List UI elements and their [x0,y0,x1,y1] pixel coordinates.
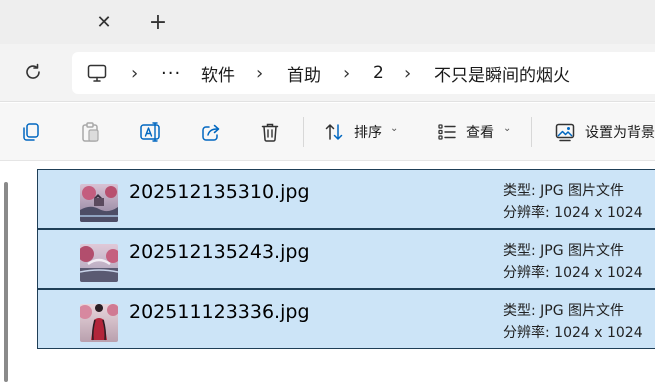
file-resolution: 分辨率: 1024 x 1024 [503,205,643,221]
set-background-icon[interactable] [553,120,577,144]
set-background-button[interactable]: 设置为背景 [585,122,655,142]
file-resolution: 分辨率: 1024 x 1024 [503,325,643,341]
chevron-down-icon[interactable]: ⌄ [390,123,398,134]
file-thumbnail [80,304,118,342]
file-name: 202512135310.jpg [129,181,310,203]
paste-icon[interactable] [78,120,102,144]
sort-button[interactable]: 排序 [354,122,382,142]
file-resolution: 分辨率: 1024 x 1024 [503,265,643,281]
chevron-right-icon: › [343,62,351,84]
chevron-right-icon: › [404,62,412,84]
file-name: 202511123336.jpg [129,301,310,323]
scrollbar[interactable] [4,182,8,382]
chevron-down-icon[interactable]: ⌄ [503,123,511,134]
sort-icon[interactable] [322,120,346,144]
delete-icon[interactable] [258,120,282,144]
toolbar-divider [531,117,532,147]
file-name: 202512135243.jpg [129,241,310,263]
chevron-right-icon: › [256,62,264,84]
plus-icon[interactable]: + [146,10,170,35]
computer-icon[interactable] [86,52,108,94]
file-thumbnail [80,184,118,222]
breadcrumb-item-software[interactable]: 软件 [201,52,235,94]
chevron-right-icon: › [131,62,139,84]
navigation-bar: › ··· 软件 › 首助 › 2 › 不只是瞬间的烟火 [0,44,655,102]
copy-icon[interactable] [19,120,43,144]
toolbar-divider [303,117,304,147]
address-bar[interactable]: › ··· 软件 › 首助 › 2 › 不只是瞬间的烟火 [72,52,655,94]
close-icon[interactable]: ✕ [92,10,116,34]
file-type: 类型: JPG 图片文件 [503,303,625,319]
breadcrumb-item-shouzhu[interactable]: 首助 [287,52,321,94]
list-item[interactable]: 202512135243.jpg 类型: JPG 图片文件 分辨率: 1024 … [37,229,655,289]
list-item[interactable]: 202511123336.jpg 类型: JPG 图片文件 分辨率: 1024 … [37,289,655,349]
breadcrumb-overflow[interactable]: ··· [161,52,181,94]
file-type: 类型: JPG 图片文件 [503,183,625,199]
file-thumbnail [80,244,118,282]
refresh-icon[interactable] [21,60,45,84]
breadcrumb-item-current-folder[interactable]: 不只是瞬间的烟火 [434,52,570,94]
command-bar: 排序 ⌄ 查看 ⌄ 设置为背景 [0,103,655,161]
view-icon[interactable] [435,120,459,144]
file-type: 类型: JPG 图片文件 [503,243,625,259]
list-item[interactable]: 202512135310.jpg 类型: JPG 图片文件 分辨率: 1024 … [37,169,655,229]
file-list: 202512135310.jpg 类型: JPG 图片文件 分辨率: 1024 … [0,162,655,382]
share-icon[interactable] [199,120,223,144]
breadcrumb-item-2[interactable]: 2 [373,52,384,94]
tab-bar: ✕ + [0,0,655,44]
view-button[interactable]: 查看 [466,122,494,142]
rename-icon[interactable] [139,120,163,144]
